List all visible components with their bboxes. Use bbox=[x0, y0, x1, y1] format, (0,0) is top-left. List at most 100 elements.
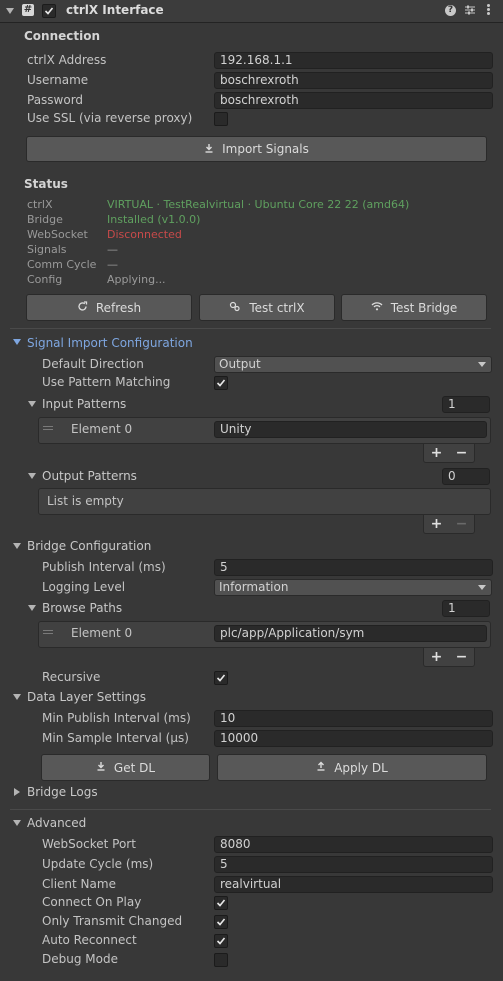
input-element-field[interactable]: Unity bbox=[214, 421, 487, 438]
input-patterns-label[interactable]: Input Patterns bbox=[42, 397, 126, 411]
status-label: Config bbox=[27, 273, 63, 286]
direction-value: Output bbox=[219, 357, 261, 371]
ws-port-field[interactable]: 8080 bbox=[214, 836, 493, 853]
upload-icon bbox=[316, 761, 326, 774]
help-icon[interactable]: ? bbox=[445, 5, 456, 16]
apply-dl-button[interactable]: Apply DL bbox=[217, 754, 487, 781]
get-dl-label: Get DL bbox=[113, 760, 156, 775]
logging-dropdown[interactable]: Information bbox=[214, 579, 492, 596]
test-bridge-button[interactable]: Test Bridge bbox=[341, 294, 487, 321]
direction-dropdown[interactable]: Output bbox=[214, 356, 492, 373]
input-patterns-controls: + − bbox=[423, 444, 475, 463]
update-label: Update Cycle (ms) bbox=[42, 857, 154, 871]
reconnect-label: Auto Reconnect bbox=[42, 933, 137, 947]
drag-handle-icon[interactable] bbox=[43, 426, 53, 432]
browse-label[interactable]: Browse Paths bbox=[42, 601, 122, 615]
refresh-button[interactable]: Refresh bbox=[26, 294, 192, 321]
status-value: VIRTUAL · TestRealvirtual · Ubuntu Core … bbox=[107, 198, 410, 211]
bridge-foldout-icon[interactable] bbox=[13, 543, 21, 549]
add-icon[interactable]: + bbox=[431, 445, 443, 461]
browse-element-label: Element 0 bbox=[71, 626, 133, 640]
status-label: Signals bbox=[27, 243, 67, 256]
ssl-checkbox[interactable] bbox=[214, 112, 228, 126]
username-field[interactable]: boschrexroth bbox=[214, 72, 493, 89]
logging-value: Information bbox=[219, 580, 289, 594]
output-patterns-label[interactable]: Output Patterns bbox=[42, 469, 137, 483]
remove-icon[interactable]: − bbox=[456, 649, 468, 665]
direction-label: Default Direction bbox=[42, 357, 144, 371]
status-title: Status bbox=[24, 177, 68, 191]
publish-field[interactable]: 5 bbox=[214, 559, 493, 576]
add-icon[interactable]: + bbox=[431, 649, 443, 665]
empty-list-text: List is empty bbox=[47, 494, 124, 508]
drag-handle-icon[interactable] bbox=[43, 630, 53, 636]
password-field[interactable]: boschrexroth bbox=[214, 92, 493, 109]
min-publish-label: Min Publish Interval (ms) bbox=[42, 711, 191, 725]
recursive-checkbox[interactable] bbox=[214, 671, 228, 685]
bridge-title[interactable]: Bridge Configuration bbox=[27, 539, 151, 553]
add-icon[interactable]: + bbox=[431, 516, 443, 532]
data-layer-foldout-icon[interactable] bbox=[13, 694, 21, 700]
enabled-checkbox[interactable] bbox=[42, 4, 56, 18]
advanced-title[interactable]: Advanced bbox=[27, 816, 86, 830]
browse-element-field[interactable]: plc/app/Application/sym bbox=[214, 625, 487, 642]
output-patterns-count[interactable]: 0 bbox=[442, 468, 490, 485]
browse-foldout-icon[interactable] bbox=[28, 605, 36, 611]
min-publish-field[interactable]: 10 bbox=[214, 710, 493, 727]
pattern-label: Use Pattern Matching bbox=[42, 375, 171, 389]
password-label: Password bbox=[27, 93, 84, 107]
foldout-arrow-icon[interactable] bbox=[6, 8, 14, 14]
connect-checkbox[interactable] bbox=[214, 896, 228, 910]
publish-label: Publish Interval (ms) bbox=[42, 560, 166, 574]
signal-import-title[interactable]: Signal Import Configuration bbox=[27, 336, 193, 350]
pattern-checkbox[interactable] bbox=[214, 376, 228, 390]
input-patterns-count[interactable]: 1 bbox=[442, 396, 490, 413]
address-field[interactable]: 192.168.1.1 bbox=[214, 52, 493, 69]
script-icon: # bbox=[22, 4, 34, 16]
status-value: Installed (v1.0.0) bbox=[107, 213, 201, 226]
min-sample-field[interactable]: 10000 bbox=[214, 730, 493, 747]
get-dl-button[interactable]: Get DL bbox=[41, 754, 210, 781]
min-sample-label: Min Sample Interval (µs) bbox=[42, 731, 189, 745]
status-value: Disconnected bbox=[107, 228, 182, 241]
update-field[interactable]: 5 bbox=[214, 856, 493, 873]
check-icon bbox=[216, 674, 226, 682]
transmit-label: Only Transmit Changed bbox=[42, 914, 183, 928]
divider bbox=[10, 328, 491, 329]
connection-title: Connection bbox=[24, 29, 101, 43]
import-signals-label: Import Signals bbox=[222, 142, 309, 156]
presets-icon[interactable] bbox=[464, 4, 476, 16]
data-layer-title[interactable]: Data Layer Settings bbox=[27, 690, 146, 704]
check-icon bbox=[216, 937, 226, 945]
test-ctrlx-button[interactable]: Test ctrlX bbox=[199, 294, 335, 321]
component-header: # ctrlX Interface ? bbox=[0, 0, 503, 23]
username-label: Username bbox=[27, 73, 89, 87]
client-label: Client Name bbox=[42, 877, 116, 891]
input-patterns-foldout-icon[interactable] bbox=[28, 401, 36, 407]
transmit-checkbox[interactable] bbox=[214, 915, 228, 929]
remove-icon: − bbox=[455, 516, 468, 532]
address-label: ctrlX Address bbox=[27, 53, 107, 67]
client-field[interactable]: realvirtual bbox=[214, 876, 493, 893]
logging-label: Logging Level bbox=[42, 580, 126, 594]
browse-count[interactable]: 1 bbox=[442, 600, 490, 617]
debug-checkbox[interactable] bbox=[214, 953, 228, 967]
bridge-logs-foldout-icon[interactable] bbox=[14, 788, 20, 796]
component-title: ctrlX Interface bbox=[66, 3, 164, 17]
reconnect-checkbox[interactable] bbox=[214, 934, 228, 948]
test-ctrlx-label: Test ctrlX bbox=[249, 300, 305, 315]
ws-port-label: WebSocket Port bbox=[42, 837, 136, 851]
download-icon bbox=[204, 143, 214, 156]
browse-paths-controls: + − bbox=[423, 648, 475, 667]
output-patterns-foldout-icon[interactable] bbox=[28, 473, 36, 479]
bridge-logs-title[interactable]: Bridge Logs bbox=[27, 785, 98, 799]
refresh-icon bbox=[77, 300, 88, 315]
signal-import-foldout-icon[interactable] bbox=[13, 339, 21, 345]
advanced-foldout-icon[interactable] bbox=[13, 820, 21, 826]
wifi-icon bbox=[371, 301, 383, 314]
remove-icon[interactable]: − bbox=[456, 445, 468, 461]
import-signals-button[interactable]: Import Signals bbox=[26, 136, 487, 162]
context-menu-icon[interactable] bbox=[487, 4, 491, 17]
download-icon bbox=[96, 761, 106, 774]
chevron-down-icon bbox=[478, 585, 486, 590]
